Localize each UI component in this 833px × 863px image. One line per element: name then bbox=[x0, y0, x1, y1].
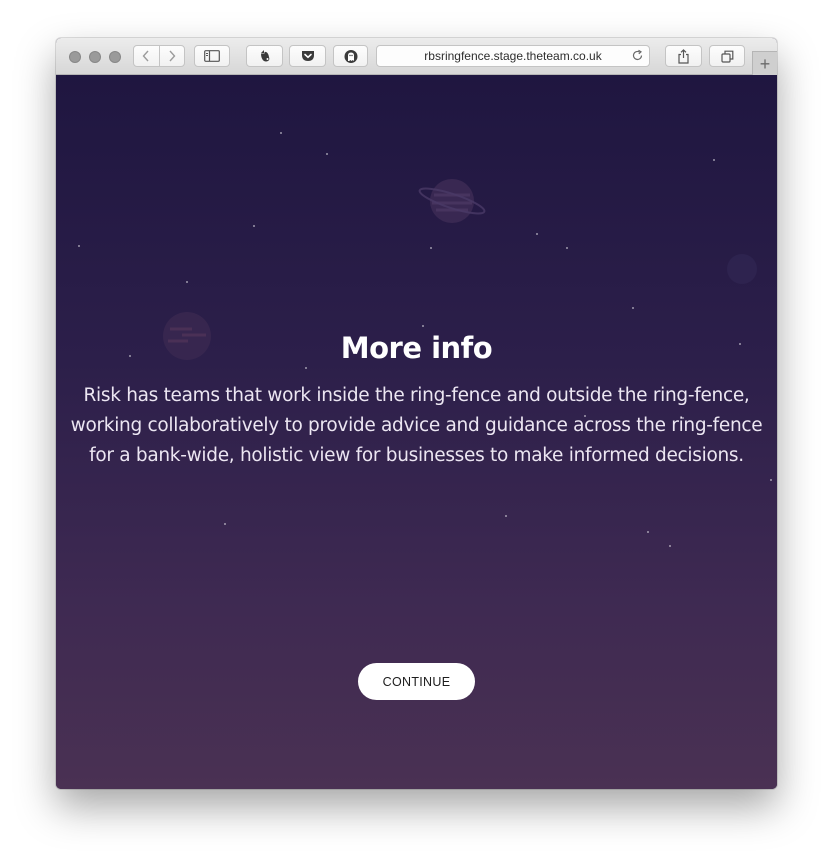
evernote-icon bbox=[260, 50, 269, 62]
tabs-overview-icon bbox=[720, 50, 733, 63]
star bbox=[78, 245, 80, 247]
star bbox=[280, 132, 282, 134]
zoom-window-button[interactable] bbox=[109, 51, 121, 63]
page-title: More info bbox=[340, 331, 493, 365]
chevron-left-icon bbox=[142, 50, 149, 62]
new-tab-button[interactable]: + bbox=[752, 51, 777, 75]
browser-window: rbsringfence.stage.theteam.co.uk + More … bbox=[56, 38, 777, 789]
sidebar-icon bbox=[204, 50, 220, 62]
pocket-extension-button[interactable] bbox=[289, 45, 326, 67]
evernote-extension-button[interactable] bbox=[246, 45, 283, 67]
star bbox=[770, 479, 772, 481]
back-button[interactable] bbox=[134, 46, 159, 66]
close-window-button[interactable] bbox=[69, 51, 81, 63]
ghostery-extension-button[interactable] bbox=[333, 45, 368, 67]
forward-button[interactable] bbox=[158, 46, 185, 66]
continue-button[interactable]: CONTINUE bbox=[358, 663, 475, 700]
star bbox=[669, 545, 671, 547]
star bbox=[632, 307, 634, 309]
address-bar[interactable]: rbsringfence.stage.theteam.co.uk bbox=[376, 45, 650, 67]
browser-toolbar: rbsringfence.stage.theteam.co.uk + bbox=[56, 38, 777, 75]
pocket-icon bbox=[301, 51, 314, 61]
ringed-planet-illustration bbox=[418, 179, 486, 223]
chevron-right-icon bbox=[169, 50, 176, 62]
reload-button[interactable] bbox=[631, 49, 644, 67]
sidebar-button[interactable] bbox=[194, 45, 230, 67]
star bbox=[186, 281, 188, 283]
info-paragraph: Risk has teams that work inside the ring… bbox=[70, 385, 763, 466]
star bbox=[422, 325, 424, 327]
star bbox=[647, 531, 649, 533]
minimize-window-button[interactable] bbox=[89, 51, 101, 63]
url-text: rbsringfence.stage.theteam.co.uk bbox=[424, 49, 602, 63]
small-planet-illustration bbox=[727, 254, 757, 284]
star bbox=[505, 515, 507, 517]
plus-icon: + bbox=[759, 53, 771, 74]
page-content: More info Risk has teams that work insid… bbox=[56, 75, 777, 789]
ghostery-icon bbox=[344, 49, 357, 63]
tab-overview-button[interactable] bbox=[709, 45, 745, 67]
star bbox=[326, 153, 328, 155]
reload-icon bbox=[632, 49, 643, 61]
star bbox=[566, 247, 568, 249]
star bbox=[713, 159, 715, 161]
share-button[interactable] bbox=[665, 45, 702, 67]
share-icon bbox=[678, 48, 689, 64]
back-forward-group bbox=[133, 45, 185, 67]
star bbox=[305, 367, 307, 369]
star bbox=[430, 247, 432, 249]
star bbox=[224, 523, 226, 525]
star bbox=[536, 233, 538, 235]
star bbox=[253, 225, 255, 227]
